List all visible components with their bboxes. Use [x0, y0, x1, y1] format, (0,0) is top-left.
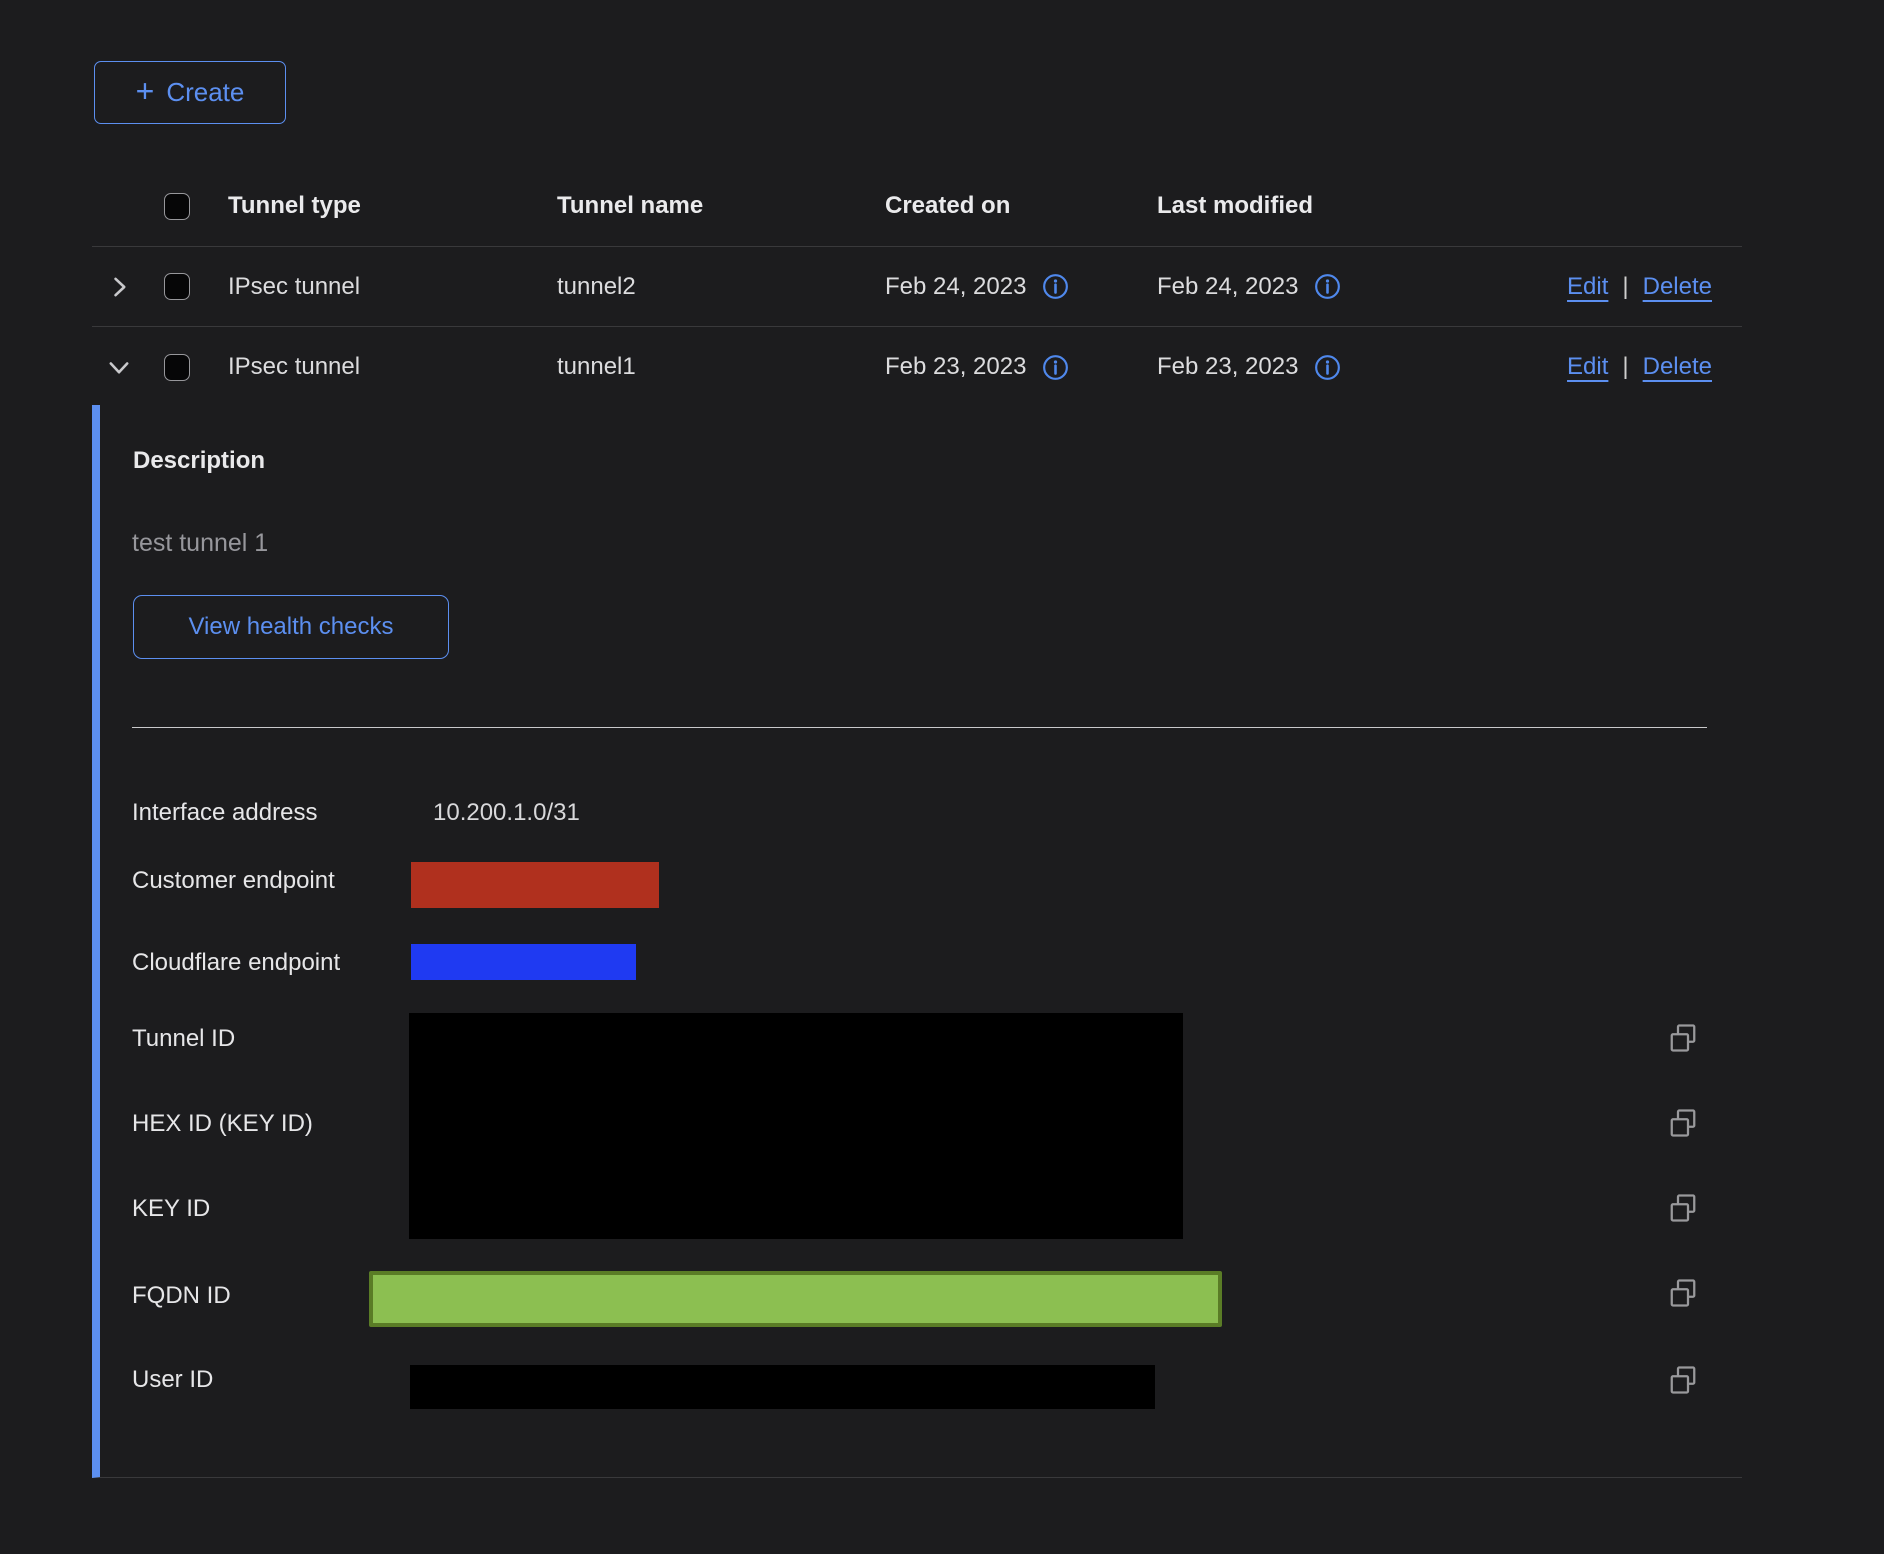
tunnel-name-cell: tunnel1 — [557, 353, 885, 381]
row-actions: Edit | Delete — [1567, 327, 1712, 407]
row-actions: Edit | Delete — [1567, 247, 1712, 326]
chevron-down-icon[interactable] — [105, 353, 133, 381]
tunnel-id-label: Tunnel ID — [132, 1025, 235, 1053]
cloudflare-endpoint-redaction — [411, 944, 636, 980]
cloudflare-endpoint-label: Cloudflare endpoint — [132, 949, 340, 977]
key-id-label: KEY ID — [132, 1195, 210, 1223]
created-on-cell: Feb 24, 2023 — [885, 273, 1157, 301]
tunnel-detail-panel: Description test tunnel 1 View health ch… — [92, 405, 1742, 1478]
action-separator: | — [1622, 353, 1628, 381]
header-tunnel-name: Tunnel name — [557, 192, 885, 220]
info-icon[interactable] — [1042, 273, 1069, 300]
tunnel-type-cell: IPsec tunnel — [228, 353, 557, 381]
action-separator: | — [1622, 273, 1628, 301]
tunnels-table: Tunnel type Tunnel name Created on Last … — [92, 166, 1742, 407]
edit-link[interactable]: Edit — [1567, 273, 1608, 301]
interface-address-label: Interface address — [132, 799, 317, 827]
customer-endpoint-redaction — [411, 862, 659, 908]
customer-endpoint-label: Customer endpoint — [132, 867, 335, 895]
created-on-date: Feb 24, 2023 — [885, 273, 1026, 301]
table-row: IPsec tunnel tunnel2 Feb 24, 2023 Feb 24… — [92, 247, 1742, 327]
interface-address-value: 10.200.1.0/31 — [433, 799, 580, 827]
tunnel-type-cell: IPsec tunnel — [228, 273, 557, 301]
copy-icon[interactable] — [1668, 1023, 1698, 1053]
plus-icon: + — [136, 75, 155, 107]
last-modified-cell: Feb 24, 2023 Edit | Delete — [1157, 273, 1742, 301]
fqdn-id-redaction — [369, 1271, 1222, 1327]
copy-icon[interactable] — [1668, 1278, 1698, 1308]
delete-link[interactable]: Delete — [1643, 273, 1712, 301]
table-row-expanded: IPsec tunnel tunnel1 Feb 23, 2023 Feb 23… — [92, 327, 1742, 407]
info-icon[interactable] — [1314, 273, 1341, 300]
tunnels-page: + Create Tunnel type Tunnel name Created… — [0, 0, 1884, 1554]
copy-icon[interactable] — [1668, 1193, 1698, 1223]
info-icon[interactable] — [1042, 354, 1069, 381]
info-icon[interactable] — [1314, 354, 1341, 381]
row-checkbox[interactable] — [164, 354, 190, 381]
last-modified-date: Feb 23, 2023 — [1157, 353, 1298, 381]
table-header-row: Tunnel type Tunnel name Created on Last … — [92, 166, 1742, 247]
create-button[interactable]: + Create — [94, 61, 286, 124]
copy-icon[interactable] — [1668, 1108, 1698, 1138]
header-checkbox-cell — [155, 193, 228, 220]
fqdn-id-label: FQDN ID — [132, 1282, 231, 1310]
section-divider — [132, 727, 1707, 728]
last-modified-date: Feb 24, 2023 — [1157, 273, 1298, 301]
tunnel-name-cell: tunnel2 — [557, 273, 885, 301]
created-on-cell: Feb 23, 2023 — [885, 353, 1157, 381]
edit-link[interactable]: Edit — [1567, 353, 1608, 381]
last-modified-cell: Feb 23, 2023 Edit | Delete — [1157, 353, 1742, 381]
hex-id-label: HEX ID (KEY ID) — [132, 1110, 313, 1138]
delete-link[interactable]: Delete — [1643, 353, 1712, 381]
copy-icon[interactable] — [1668, 1365, 1698, 1395]
description-label: Description — [133, 447, 265, 475]
row-checkbox[interactable] — [164, 273, 190, 300]
created-on-date: Feb 23, 2023 — [885, 353, 1026, 381]
chevron-right-icon[interactable] — [105, 273, 133, 301]
description-value: test tunnel 1 — [132, 529, 268, 558]
user-id-label: User ID — [132, 1366, 213, 1394]
create-button-label: Create — [166, 77, 244, 108]
header-last-modified: Last modified — [1157, 192, 1742, 220]
user-id-redaction — [410, 1365, 1155, 1409]
ids-redaction — [409, 1013, 1183, 1239]
header-tunnel-type: Tunnel type — [228, 192, 557, 220]
select-all-checkbox[interactable] — [164, 193, 190, 220]
header-created-on: Created on — [885, 192, 1157, 220]
view-health-checks-button[interactable]: View health checks — [133, 595, 449, 659]
